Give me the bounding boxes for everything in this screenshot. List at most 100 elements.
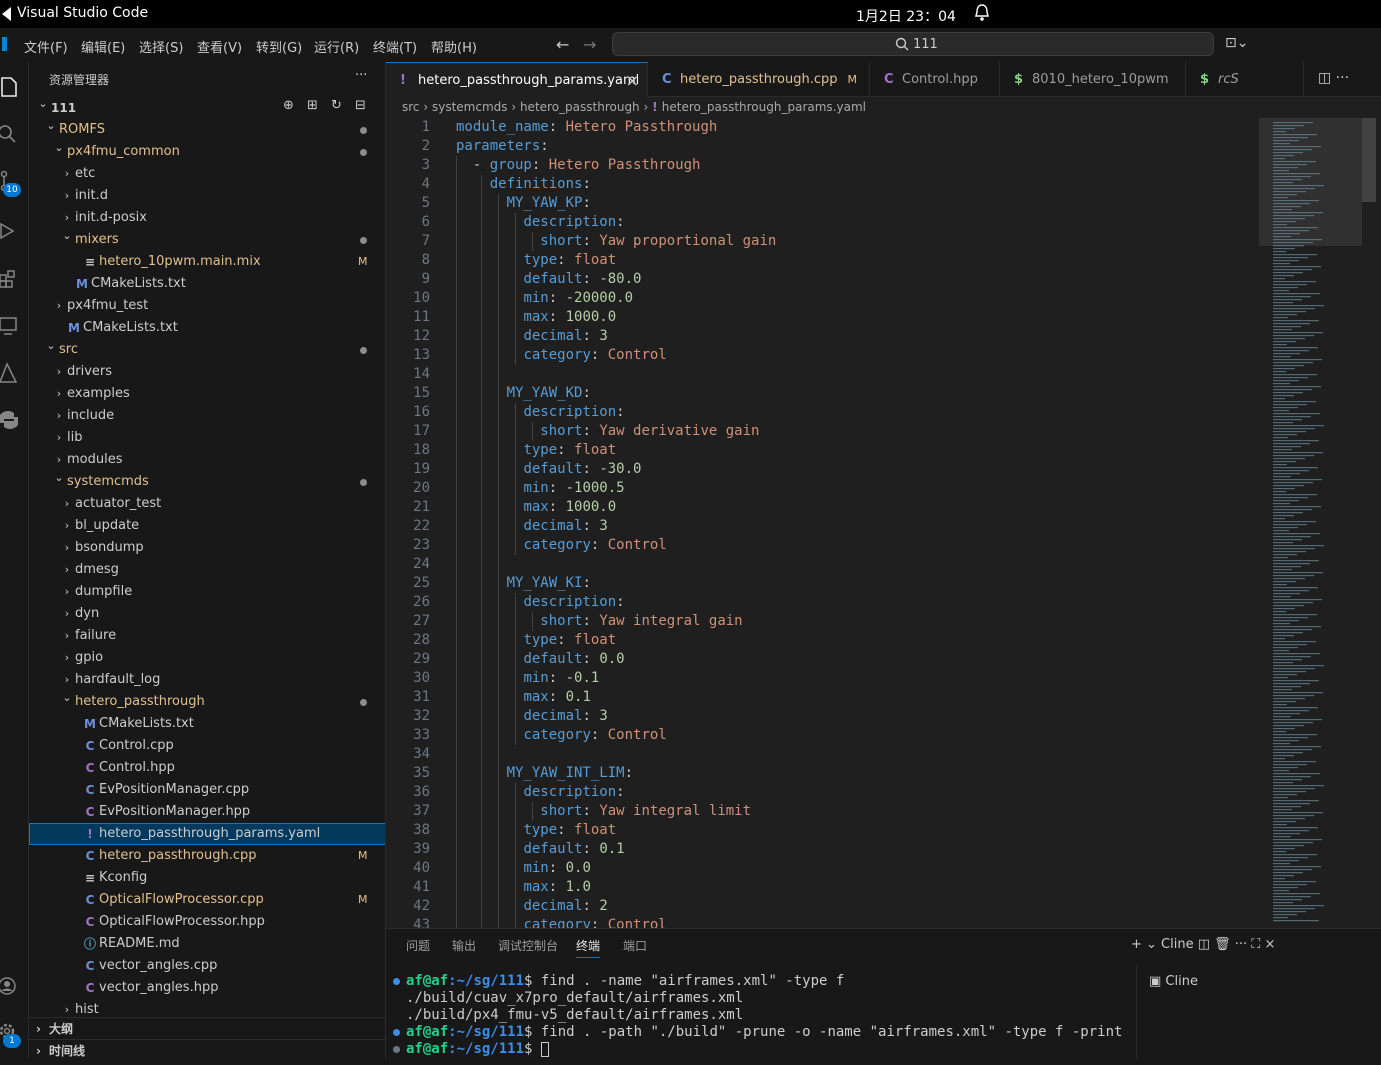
command-center-search[interactable]: 111 xyxy=(612,32,1214,56)
tree-file[interactable]: M CMakeLists.txt xyxy=(29,273,385,295)
panel-tab[interactable]: 终端 xyxy=(576,937,601,958)
tree-file[interactable]: M CMakeLists.txt xyxy=(29,713,385,735)
tree-folder[interactable]: › dumpfile xyxy=(29,581,385,603)
command-decoration-dot[interactable] xyxy=(393,1046,400,1053)
tree-label: init.d-posix xyxy=(75,210,147,225)
tree-file[interactable]: C EvPositionManager.hpp xyxy=(29,801,385,823)
breadcrumb-item[interactable]: systemcmds xyxy=(432,100,508,114)
tree-file[interactable]: Chetero_passthrough.cpp M xyxy=(29,845,385,867)
tree-file[interactable]: ⓘ README.md xyxy=(29,933,385,955)
breadcrumb-item[interactable]: src xyxy=(402,100,420,114)
tree-file[interactable]: C EvPositionManager.cpp xyxy=(29,779,385,801)
extensions-icon[interactable] xyxy=(0,267,20,289)
tree-file[interactable]: ≡ hetero_10pwm.main.mix M xyxy=(29,251,385,273)
editor-tab[interactable]: Chetero_passthrough.cpp M xyxy=(648,62,870,97)
tree-folder[interactable]: › actuator_test xyxy=(29,493,385,515)
run-debug-icon[interactable] xyxy=(0,220,20,242)
menu-file[interactable]: 文件(F) xyxy=(24,37,68,56)
menu-selection[interactable]: 选择(S) xyxy=(139,37,183,56)
python-icon[interactable] xyxy=(0,409,20,431)
split-editor-icon[interactable]: ◫ ··· xyxy=(1318,70,1349,86)
tree-folder[interactable]: › dmesg xyxy=(29,559,385,581)
tree-file[interactable]: C Control.hpp xyxy=(29,757,385,779)
tree-file[interactable]: C OpticalFlowProcessor.cpp M xyxy=(29,889,385,911)
code-editor[interactable]: 1 module_name: Hetero Passthrough 2 paramet… xyxy=(386,118,1256,928)
indent-guide xyxy=(456,251,457,270)
tree-folder[interactable]: ⌄ 111 xyxy=(29,97,385,119)
outline-section[interactable]: › 大纲 xyxy=(29,1017,385,1039)
panel-tab[interactable]: 调试控制台 xyxy=(498,937,558,954)
file-type-icon: C xyxy=(85,849,95,863)
tree-file[interactable]: Cvector_angles.hpp xyxy=(29,977,385,999)
tree-folder[interactable]: ⌄ ROMFS xyxy=(29,119,385,141)
panel-tab[interactable]: 输出 xyxy=(452,937,476,954)
tree-folder[interactable]: › init.d-posix xyxy=(29,207,385,229)
menu-run[interactable]: 运行(R) xyxy=(314,37,359,56)
clock[interactable]: 1月2日 23：04 xyxy=(856,6,956,26)
command-decoration-dot[interactable] xyxy=(393,1029,400,1036)
menu-view[interactable]: 查看(V) xyxy=(197,37,242,56)
menu-help[interactable]: 帮助(H) xyxy=(431,37,477,56)
vertical-scrollbar[interactable] xyxy=(1362,118,1376,202)
tree-folder[interactable]: › px4fmu_test xyxy=(29,295,385,317)
back-arrow-icon[interactable]: ← xyxy=(556,35,569,54)
tree-folder[interactable]: › lib xyxy=(29,427,385,449)
tree-folder[interactable]: › bl_update xyxy=(29,515,385,537)
command-decoration-dot[interactable] xyxy=(393,978,400,985)
tree-file[interactable]: ! hetero_passthrough_params.yaml xyxy=(29,823,385,845)
panel-actions[interactable]: + ⌄ Cline ◫ 🗑 ··· ⛶ × xyxy=(1131,937,1275,952)
remote-explorer-icon[interactable] xyxy=(0,315,20,337)
menu-edit[interactable]: 编辑(E) xyxy=(81,37,125,56)
tree-file[interactable]: C Control.cpp xyxy=(29,735,385,757)
tree-folder[interactable]: ⌄ systemcmds xyxy=(29,471,385,493)
tree-label: systemcmds xyxy=(67,474,149,489)
panel-tab[interactable]: 端口 xyxy=(623,937,647,954)
more-actions-icon[interactable]: ··· xyxy=(355,68,367,83)
breadcrumb-item[interactable]: hetero_passthrough xyxy=(520,100,640,114)
code-text: definitions: xyxy=(490,175,591,194)
tree-file[interactable]: ≡ Kconfig xyxy=(29,867,385,889)
editor-tab[interactable]: $ rcS xyxy=(1186,62,1304,97)
tree-folder[interactable]: › drivers xyxy=(29,361,385,383)
menu-terminal[interactable]: 终端(T) xyxy=(373,37,417,56)
tree-file[interactable]: C OpticalFlowProcessor.hpp xyxy=(29,911,385,933)
accounts-icon[interactable] xyxy=(0,975,20,997)
tree-folder[interactable]: › init.d xyxy=(29,185,385,207)
search-icon[interactable] xyxy=(0,123,20,145)
tree-file[interactable]: Cvector_angles.cpp xyxy=(29,955,385,977)
tree-folder[interactable]: › dyn xyxy=(29,603,385,625)
menu-go[interactable]: 转到(G) xyxy=(256,37,302,56)
explorer-icon[interactable] xyxy=(0,76,20,98)
tree-folder[interactable]: › bsondump xyxy=(29,537,385,559)
tree-folder[interactable]: › etc xyxy=(29,163,385,185)
minimap[interactable] xyxy=(1259,118,1362,928)
terminal[interactable]: af@af:~/sg/111$ find . -name "airframes.… xyxy=(386,973,1126,1065)
editor-tab[interactable]: ! hetero_passthrough_params.yaml × xyxy=(386,62,648,97)
indent-guide xyxy=(498,612,500,631)
minimap-slider[interactable] xyxy=(1259,118,1362,246)
breadcrumb-item[interactable]: hetero_passthrough_params.yaml xyxy=(662,100,866,114)
code-line: 18 type: float xyxy=(386,441,1256,460)
editor-tab[interactable]: C Control.hpp xyxy=(870,62,1000,97)
copilot-icon[interactable]: ⊡⌄ xyxy=(1225,35,1248,51)
bell-icon[interactable] xyxy=(974,4,990,22)
forward-arrow-icon[interactable]: → xyxy=(583,35,596,54)
close-icon[interactable]: × xyxy=(626,63,639,97)
activities-icon[interactable] xyxy=(2,7,12,21)
panel-tab[interactable]: 问题 xyxy=(406,937,430,954)
tree-file[interactable]: M CMakeLists.txt xyxy=(29,317,385,339)
tree-folder[interactable]: › examples xyxy=(29,383,385,405)
code-text: default: 0.0 xyxy=(523,650,624,669)
tree-folder[interactable]: ⌄ hetero_passthrough xyxy=(29,691,385,713)
tree-folder[interactable]: › gpio xyxy=(29,647,385,669)
testing-icon[interactable] xyxy=(0,362,20,384)
tree-folder[interactable]: › modules xyxy=(29,449,385,471)
tree-folder[interactable]: ⌄ src xyxy=(29,339,385,361)
tree-folder[interactable]: › include xyxy=(29,405,385,427)
tree-folder[interactable]: › failure xyxy=(29,625,385,647)
tree-folder[interactable]: ⌄ px4fmu_common xyxy=(29,141,385,163)
editor-tab[interactable]: $8010_hetero_10pwm xyxy=(1000,62,1186,97)
terminal-list-item[interactable]: ▣ Cline xyxy=(1149,974,1198,989)
tree-folder[interactable]: ⌄ mixers xyxy=(29,229,385,251)
tree-folder[interactable]: › hardfault_log xyxy=(29,669,385,691)
